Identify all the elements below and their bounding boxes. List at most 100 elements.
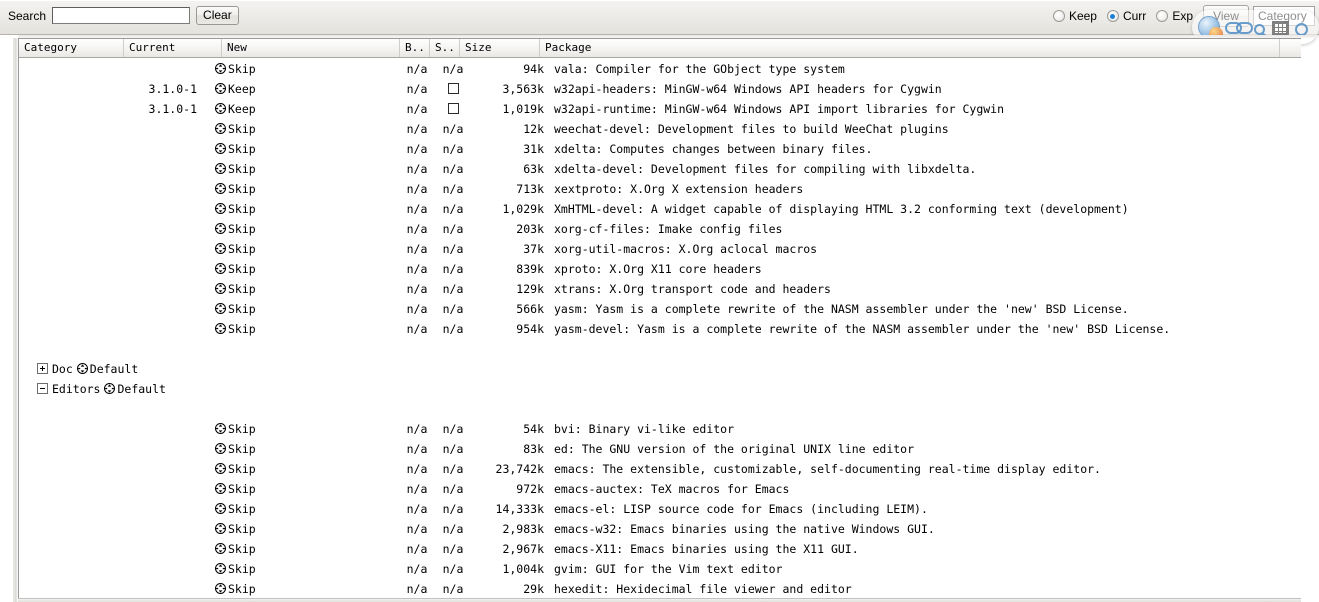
category-action-label[interactable]: Default xyxy=(117,382,165,396)
cell-new[interactable]: Skip xyxy=(215,499,385,519)
cell-size[interactable]: 54k xyxy=(459,419,544,439)
cell-new[interactable]: Skip xyxy=(215,459,385,479)
cell-new[interactable]: Keep xyxy=(215,79,385,99)
table-row[interactable]: Skip n/a n/a 129k xtrans: X.Org transport co… xyxy=(19,279,1301,299)
column-header-current[interactable]: Current xyxy=(124,39,222,57)
cell-current[interactable] xyxy=(19,519,197,539)
cell-current[interactable] xyxy=(19,199,197,219)
table-row[interactable]: Skip n/a n/a 2,983k emacs-w32: Emacs binarie… xyxy=(19,519,1301,539)
table-row[interactable]: Skip n/a n/a 29k hexedit: Hexidecimal file v… xyxy=(19,579,1301,599)
table-row[interactable]: Skip n/a n/a 37k xorg-util-macros: X.Org acl… xyxy=(19,239,1301,259)
cell-new[interactable]: Skip xyxy=(215,579,385,599)
cell-binary[interactable]: n/a xyxy=(401,519,433,539)
cell-size[interactable]: 83k xyxy=(459,439,544,459)
cell-package[interactable]: yasm: Yasm is a complete rewrite of the … xyxy=(554,299,1294,319)
cell-package[interactable]: xtrans: X.Org transport code and headers xyxy=(554,279,1294,299)
cell-new[interactable]: Skip xyxy=(215,419,385,439)
cell-binary[interactable]: n/a xyxy=(401,79,433,99)
category-action-label[interactable]: Default xyxy=(90,362,138,376)
cell-package[interactable]: xorg-cf-files: Imake config files xyxy=(554,219,1294,239)
cell-package[interactable]: w32api-headers: MinGW-w64 Windows API he… xyxy=(554,79,1294,99)
radio-curr-dot[interactable] xyxy=(1106,10,1119,22)
cell-new[interactable]: Skip xyxy=(215,159,385,179)
view-button[interactable]: View xyxy=(1203,5,1249,27)
radio-curr[interactable]: Curr xyxy=(1106,9,1146,23)
table-row[interactable]: Skip n/a n/a 83k ed: The GNU version of the … xyxy=(19,439,1301,459)
cell-binary[interactable]: n/a xyxy=(401,199,433,219)
cell-package[interactable]: gvim: GUI for the Vim text editor xyxy=(554,559,1294,579)
column-header-new[interactable]: New xyxy=(222,39,400,57)
horizontal-scrollbar[interactable] xyxy=(18,598,1301,602)
cell-binary[interactable]: n/a xyxy=(401,59,433,79)
cell-current[interactable] xyxy=(19,179,197,199)
cell-package[interactable]: bvi: Binary vi-like editor xyxy=(554,419,1294,439)
cell-size[interactable]: 2,983k xyxy=(459,519,544,539)
source-checkbox[interactable] xyxy=(447,83,459,94)
view-mode-combobox[interactable]: Category xyxy=(1253,6,1315,26)
cell-current[interactable] xyxy=(19,239,197,259)
cell-package[interactable]: xdelta-devel: Development files for comp… xyxy=(554,159,1294,179)
column-header-package[interactable]: Package xyxy=(540,39,1280,57)
cell-package[interactable]: ed: The GNU version of the original UNIX… xyxy=(554,439,1294,459)
cell-current[interactable] xyxy=(19,559,197,579)
cell-size[interactable]: 23,742k xyxy=(459,459,544,479)
cell-current[interactable] xyxy=(19,419,197,439)
table-row[interactable]: Skip n/a n/a 1,004k gvim: GUI for the Vim te… xyxy=(19,559,1301,579)
cell-new[interactable]: Skip xyxy=(215,179,385,199)
cell-binary[interactable]: n/a xyxy=(401,299,433,319)
column-header-category[interactable]: Category xyxy=(19,39,124,57)
table-row[interactable]: Skip n/a n/a 839k xproto: X.Org X11 core hea… xyxy=(19,259,1301,279)
cell-package[interactable]: xorg-util-macros: X.Org aclocal macros xyxy=(554,239,1294,259)
collapse-icon[interactable] xyxy=(37,383,48,394)
cell-new[interactable]: Skip xyxy=(215,319,385,339)
cell-current[interactable] xyxy=(19,459,197,479)
cell-package[interactable]: xextproto: X.Org X extension headers xyxy=(554,179,1294,199)
cell-current[interactable] xyxy=(19,139,197,159)
cell-new[interactable]: Skip xyxy=(215,299,385,319)
cell-current[interactable] xyxy=(19,59,197,79)
cell-new[interactable]: Skip xyxy=(215,139,385,159)
cell-package[interactable]: emacs-w32: Emacs binaries using the nati… xyxy=(554,519,1294,539)
cell-current[interactable] xyxy=(19,479,197,499)
cell-current[interactable] xyxy=(19,499,197,519)
table-row[interactable]: Skip n/a n/a 713k xextproto: X.Org X extensi… xyxy=(19,179,1301,199)
cell-package[interactable]: weechat-devel: Development files to buil… xyxy=(554,119,1294,139)
table-row[interactable]: Skip n/a n/a 54k bvi: Binary vi-like editor xyxy=(19,419,1301,439)
table-row[interactable]: Skip n/a n/a 954k yasm-devel: Yasm is a comp… xyxy=(19,319,1301,339)
cell-current[interactable]: 3.1.0-1 xyxy=(19,79,197,99)
cell-new[interactable]: Skip xyxy=(215,539,385,559)
cell-binary[interactable]: n/a xyxy=(401,139,433,159)
table-row[interactable]: Skip n/a n/a 23,742k emacs: The extensible, … xyxy=(19,459,1301,479)
cell-size[interactable]: 566k xyxy=(459,299,544,319)
cell-current[interactable] xyxy=(19,259,197,279)
category-row[interactable]: Doc Default xyxy=(19,359,1301,379)
radio-keep[interactable]: Keep xyxy=(1052,9,1097,23)
cell-binary[interactable]: n/a xyxy=(401,419,433,439)
cell-size[interactable]: 839k xyxy=(459,259,544,279)
table-row[interactable]: Skip n/a n/a 12k weechat-devel: Development … xyxy=(19,119,1301,139)
cell-size[interactable]: 14,333k xyxy=(459,499,544,519)
expand-icon[interactable] xyxy=(37,363,48,374)
cell-binary[interactable]: n/a xyxy=(401,319,433,339)
cell-package[interactable]: yasm-devel: Yasm is a complete rewrite o… xyxy=(554,319,1294,339)
cell-size[interactable]: 29k xyxy=(459,579,544,599)
cell-current[interactable] xyxy=(19,439,197,459)
cell-new[interactable]: Skip xyxy=(215,59,385,79)
cell-size[interactable]: 972k xyxy=(459,479,544,499)
cell-current[interactable] xyxy=(19,539,197,559)
radio-keep-dot[interactable] xyxy=(1052,10,1065,22)
cell-size[interactable]: 954k xyxy=(459,319,544,339)
clear-button[interactable]: Clear xyxy=(196,6,239,25)
cell-size[interactable]: 713k xyxy=(459,179,544,199)
cell-binary[interactable]: n/a xyxy=(401,439,433,459)
cell-binary[interactable]: n/a xyxy=(401,579,433,599)
cell-binary[interactable]: n/a xyxy=(401,119,433,139)
cell-binary[interactable]: n/a xyxy=(401,239,433,259)
cell-binary[interactable]: n/a xyxy=(401,479,433,499)
cell-package[interactable]: xproto: X.Org X11 core headers xyxy=(554,259,1294,279)
cell-new[interactable]: Skip xyxy=(215,439,385,459)
cell-new[interactable]: Skip xyxy=(215,519,385,539)
cell-size[interactable]: 31k xyxy=(459,139,544,159)
cell-size[interactable]: 63k xyxy=(459,159,544,179)
cell-new[interactable]: Skip xyxy=(215,259,385,279)
